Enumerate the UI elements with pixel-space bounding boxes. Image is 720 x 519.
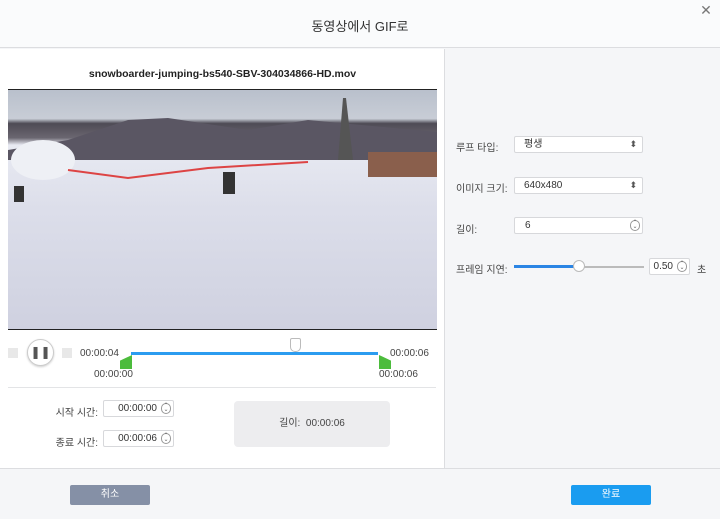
trim-end-time: 00:00:06 — [379, 369, 418, 380]
drag-handle-left[interactable] — [8, 348, 18, 358]
start-time-value: 00:00:00 — [118, 403, 157, 414]
chevron-updown-icon: ⬍ — [629, 139, 637, 149]
spinner-icon[interactable]: ⌃ ⌄ — [161, 433, 171, 444]
image-size-value: 640x480 — [524, 180, 563, 191]
length-value: 00:00:06 — [305, 418, 345, 429]
length-display: 길이: 00:00:06 — [234, 401, 390, 447]
end-time: 00:00:06 — [390, 348, 429, 359]
frame-delay-label: 프레임 지연: — [456, 265, 508, 276]
frame-delay-slider-thumb[interactable] — [573, 260, 585, 272]
gif-length-label: 길이: — [456, 225, 478, 236]
dialog-title: 동영상에서 GIF로 — [311, 19, 409, 34]
loop-type-value: 평생 — [524, 139, 543, 150]
cancel-button[interactable]: 취소 — [70, 485, 150, 505]
gif-length-value: 6 — [525, 220, 531, 231]
end-time-label: 종료 시간: — [55, 438, 98, 449]
close-icon[interactable]: ✕ — [698, 2, 714, 18]
playhead[interactable] — [290, 338, 301, 352]
frame-delay-slider-fill — [514, 265, 579, 268]
image-size-select[interactable]: 640x480 ⬍ — [514, 177, 643, 194]
image-size-label: 이미지 크기: — [456, 184, 508, 195]
divider — [8, 387, 436, 388]
trim-start-time: 00:00:00 — [94, 369, 133, 380]
chevron-updown-icon: ⬍ — [629, 180, 637, 190]
frame-delay-input[interactable]: 0.50 ⌃ ⌄ — [649, 258, 690, 275]
seconds-unit: 초 — [697, 265, 707, 276]
pause-button[interactable]: ❚❚ — [27, 339, 54, 366]
loop-type-label: 루프 타입: — [456, 143, 499, 154]
video-preview[interactable] — [8, 89, 437, 330]
start-time-input[interactable]: 00:00:00 ⌃ ⌄ — [103, 400, 174, 417]
start-time-label: 시작 시간: — [55, 408, 98, 419]
loop-type-select[interactable]: 평생 ⬍ — [514, 136, 643, 153]
spinner-icon[interactable]: ⌃ ⌄ — [677, 261, 687, 272]
gif-length-input[interactable]: 6 ⌃ ⌄ — [514, 217, 643, 234]
spinner-icon[interactable]: ⌃ ⌄ — [161, 403, 171, 414]
end-time-value: 00:00:06 — [118, 433, 157, 444]
end-time-input[interactable]: 00:00:06 ⌃ ⌄ — [103, 430, 174, 447]
pause-icon: ❚❚ — [30, 345, 51, 359]
timeline-track[interactable] — [131, 352, 378, 355]
length-label: 길이: — [279, 418, 301, 429]
drag-handle-right[interactable] — [62, 348, 72, 358]
spinner-icon[interactable]: ⌃ ⌄ — [630, 220, 640, 231]
done-button[interactable]: 완료 — [571, 485, 651, 505]
video-filename: snowboarder-jumping-bs540-SBV-304034866-… — [88, 68, 357, 80]
frame-delay-value: 0.50 — [653, 261, 673, 272]
current-time: 00:00:04 — [80, 348, 119, 359]
